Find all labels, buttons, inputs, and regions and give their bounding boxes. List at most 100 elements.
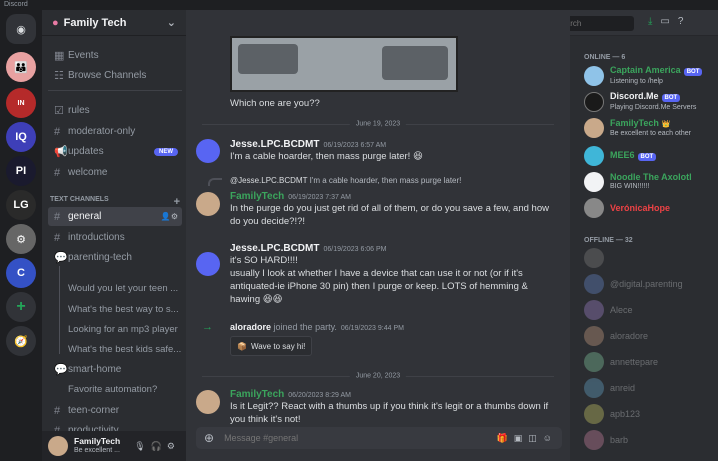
server-icon-family-tech[interactable]: 👪 xyxy=(6,52,36,82)
timestamp: 06/20/2023 8:29 AM xyxy=(288,392,351,399)
member-item[interactable]: Alece xyxy=(584,298,718,322)
server-icon-2[interactable]: IN xyxy=(6,88,36,118)
member-item[interactable]: annettepare xyxy=(584,350,718,374)
chat-area: Which one are you?? June 19, 2023 Jesse.… xyxy=(186,10,570,461)
channel-welcome[interactable]: # welcome xyxy=(48,163,182,182)
divider xyxy=(48,90,182,91)
channel-sidebar: ● Family Tech ⌄ ▦ Events ☷ Browse Channels… xyxy=(42,10,186,461)
member-item[interactable]: MEE6 BOT xyxy=(584,144,718,168)
server-icon-3[interactable]: IQ xyxy=(6,122,36,152)
message-author[interactable]: Jesse.LPC.BCDMT xyxy=(230,243,319,254)
avatar xyxy=(584,172,604,192)
avatar[interactable] xyxy=(196,390,220,414)
member-item[interactable]: anreid xyxy=(584,376,718,400)
thread-item[interactable]: Looking for an mp3 player xyxy=(62,320,182,339)
channel-rules[interactable]: ☑ rules xyxy=(48,101,182,120)
chevron-down-icon: ⌄ xyxy=(166,17,176,29)
gear-icon[interactable]: ⚙ xyxy=(167,441,180,451)
hash-icon: # xyxy=(54,166,61,179)
gift-icon[interactable]: 🎁 xyxy=(497,433,514,443)
thread-item[interactable]: What's the best kids safe... xyxy=(62,340,182,359)
member-item[interactable]: FamilyTech 👑 Be excellent to each other xyxy=(584,116,718,140)
server-icon-6[interactable]: ⚙ xyxy=(6,224,36,254)
avatar[interactable] xyxy=(196,252,220,276)
offline-header: OFFLINE — 32 xyxy=(584,237,633,244)
avatar[interactable] xyxy=(48,436,68,456)
timestamp: 06/19/2023 6:06 PM xyxy=(323,246,387,253)
comic-image[interactable] xyxy=(230,36,458,92)
avatar xyxy=(584,326,604,346)
message-author[interactable]: FamilyTech xyxy=(230,389,284,400)
channel-moderator-only[interactable]: # moderator-only xyxy=(48,122,182,141)
user-name: FamilyTech xyxy=(74,436,121,446)
thread-item[interactable]: Would you let your teen ... xyxy=(62,279,182,298)
channel-parenting-tech[interactable]: 💬 parenting-tech xyxy=(48,248,182,267)
sidebar-item-events[interactable]: ▦ Events xyxy=(48,46,182,65)
member-item[interactable]: Noodle The Axolotl BIG WIN!!!!!! xyxy=(584,170,718,194)
discord-home-icon[interactable]: ◉ xyxy=(6,14,36,44)
avatar[interactable] xyxy=(196,192,220,216)
member-item[interactable]: aloradore xyxy=(584,324,718,348)
invite-settings-icons[interactable]: 👤⚙ xyxy=(161,212,178,221)
message: Jesse.LPC.BCDMT 06/19/2023 6:57 AM I'm a … xyxy=(230,138,560,163)
inbox-icon[interactable]: ▭ xyxy=(660,16,677,27)
wave-sticker-icon: 📦 xyxy=(237,341,247,351)
server-icon-7[interactable]: C xyxy=(6,258,36,288)
channel-general[interactable]: # general 👤⚙ xyxy=(48,207,182,226)
hash-icon: # xyxy=(54,404,61,417)
member-item[interactable] xyxy=(584,246,718,270)
channel-teen-corner[interactable]: # teen-corner xyxy=(48,401,182,420)
browse-icon: ☷ xyxy=(54,70,64,82)
date-divider: June 19, 2023 xyxy=(202,120,554,128)
channel-introductions[interactable]: # introductions xyxy=(48,228,182,247)
user-panel: FamilyTech Be excellent ... 🎙🎧⚙ xyxy=(42,431,186,461)
wave-button[interactable]: 📦 Wave to say hi! xyxy=(230,336,313,356)
server-header[interactable]: ● Family Tech ⌄ xyxy=(42,10,186,36)
microphone-icon[interactable]: 🎙 xyxy=(134,441,150,451)
reply-line xyxy=(208,178,222,186)
gif-icon[interactable]: ▣ xyxy=(514,433,529,443)
explore-servers-icon[interactable]: 🧭 xyxy=(6,326,36,356)
member-item[interactable]: @digital.parenting xyxy=(584,272,718,296)
message: Jesse.LPC.BCDMT 06/19/2023 6:06 PM it's S… xyxy=(230,242,550,306)
member-item[interactable]: Discord.Me BOT Playing Discord.Me Servers xyxy=(584,90,718,114)
emoji-picker-icon[interactable]: ☺ xyxy=(543,433,558,443)
message: FamilyTech 06/20/2023 8:29 AM Is it Legit… xyxy=(230,388,550,426)
help-icon[interactable]: ? xyxy=(678,16,692,27)
user-controls[interactable]: 🎙🎧⚙ xyxy=(134,441,180,452)
headphones-icon[interactable]: 🎧 xyxy=(151,441,167,451)
server-rail: ◉ 👪 IN IQ PI LG ⚙ C + 🧭 xyxy=(0,10,42,461)
window-title: Discord xyxy=(0,0,718,10)
hash-icon: # xyxy=(54,125,61,138)
download-icon[interactable]: ⤓ xyxy=(648,16,660,27)
thread-item[interactable]: What's the best way to s... xyxy=(62,300,182,319)
server-name: Family Tech xyxy=(63,16,127,29)
timestamp: 06/19/2023 6:57 AM xyxy=(323,142,387,149)
message-input[interactable] xyxy=(224,433,497,443)
avatar xyxy=(584,66,604,86)
server-icon-4[interactable]: PI xyxy=(6,156,36,186)
channel-updates[interactable]: 📢 updates NEW xyxy=(48,142,182,161)
avatar[interactable] xyxy=(196,139,220,163)
new-badge: NEW xyxy=(154,147,178,156)
avatar xyxy=(584,248,604,268)
thread-item[interactable]: Favorite automation? xyxy=(62,380,182,399)
sticker-icon[interactable]: ◫ xyxy=(528,433,543,443)
message-author[interactable]: FamilyTech xyxy=(230,191,284,202)
member-item[interactable]: barb xyxy=(584,428,718,452)
message-author[interactable]: Jesse.LPC.BCDMT xyxy=(230,139,319,150)
member-item[interactable]: Captain America BOT Listening to /help xyxy=(584,64,718,88)
system-message: aloradore joined the party. 06/19/2023 9:… xyxy=(230,322,404,332)
channel-smart-home[interactable]: 💬 smart-home xyxy=(48,360,182,379)
server-icon-5[interactable]: LG xyxy=(6,190,36,220)
forum-icon: 💬 xyxy=(54,252,68,264)
avatar xyxy=(584,118,604,138)
sidebar-item-browse-channels[interactable]: ☷ Browse Channels xyxy=(48,66,182,85)
reply-reference[interactable]: @Jesse.LPC.BCDMT I'm a cable hoarder, th… xyxy=(230,176,461,185)
add-attachment-icon[interactable]: ⊕ xyxy=(204,431,214,445)
member-item[interactable]: VerónicaHope xyxy=(584,196,718,220)
add-server-icon[interactable]: + xyxy=(6,292,36,322)
member-item[interactable]: apb123 xyxy=(584,402,718,426)
hash-icon: # xyxy=(54,210,61,223)
rules-icon: ☑ xyxy=(54,105,64,117)
